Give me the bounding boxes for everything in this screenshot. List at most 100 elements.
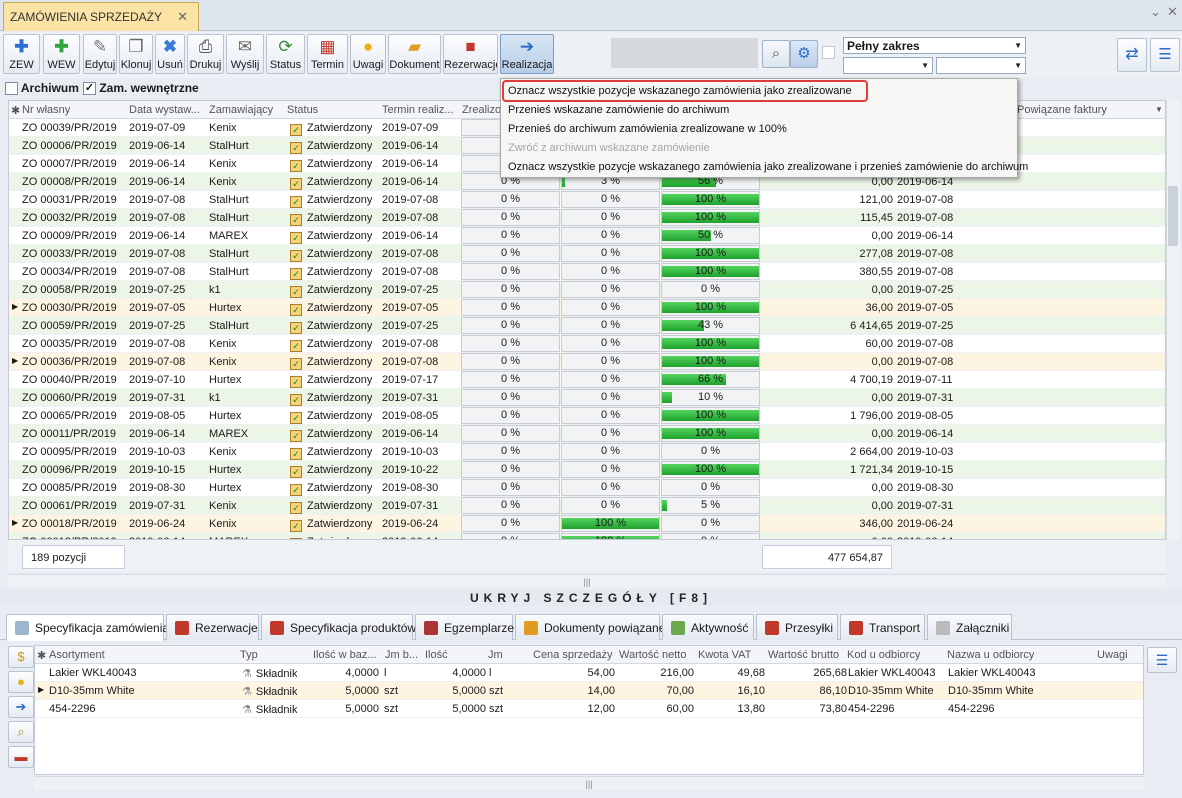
- col-vat[interactable]: Kwota VAT: [698, 649, 751, 661]
- menu-item-move-archive[interactable]: Przenieś wskazane zamówienie do archiwum: [508, 104, 729, 116]
- search-area[interactable]: [611, 38, 758, 68]
- tab-specyfikacja-zamowienia[interactable]: Specyfikacja zamówienia: [6, 614, 169, 641]
- table-row[interactable]: ZO 00033/PR/2019 2019-07-08 StalHurt ✓ Zatwi…: [9, 245, 1165, 263]
- delete-button[interactable]: ✖ Usuń: [155, 34, 185, 74]
- col-date[interactable]: Data wystaw...: [129, 104, 207, 116]
- col-assortment[interactable]: Asortyment: [49, 649, 105, 661]
- tab-zalaczniki[interactable]: Załączniki: [927, 614, 1012, 640]
- tab-specyfikacja-produktow[interactable]: Specyfikacja produktów: [261, 614, 416, 640]
- horizontal-scrollbar[interactable]: |||: [8, 574, 1166, 588]
- columns-menu-button[interactable]: ☰: [1150, 38, 1180, 72]
- hide-details-bar[interactable]: UKRYJ SZCZEGÓŁY [F8]: [0, 590, 1182, 606]
- clone-button[interactable]: ❐ Klonuj: [119, 34, 153, 74]
- col-code[interactable]: Kod u odbiorcy: [847, 649, 920, 661]
- table-row[interactable]: ZO 00040/PR/2019 2019-07-10 Hurtex ✓ Zatwier…: [9, 371, 1165, 389]
- date-to-select[interactable]: ▼: [936, 57, 1026, 74]
- document-button[interactable]: ▰ Dokument: [388, 34, 441, 74]
- table-row[interactable]: ZO 00061/PR/2019 2019-07-31 Kenix ✓ Zatwierd…: [9, 497, 1165, 515]
- coins-button[interactable]: $: [8, 646, 34, 668]
- archive-filter[interactable]: Archiwum: [5, 81, 79, 96]
- col-qty[interactable]: Ilość: [425, 649, 448, 661]
- table-row[interactable]: ZO 00034/PR/2019 2019-07-08 StalHurt ✓ Zatwi…: [9, 263, 1165, 281]
- table-row[interactable]: ZO 00012/PR/20192019-06-14MAREX✓Zatwierd…: [9, 533, 1165, 539]
- window-close-icon[interactable]: ✕: [1167, 4, 1178, 20]
- edit-button[interactable]: ✎ Edytuj: [83, 34, 117, 74]
- print-button[interactable]: ⎙ Drukuj: [187, 34, 224, 74]
- col-qty-base[interactable]: Ilość w baz...: [313, 649, 383, 661]
- close-icon[interactable]: ✕: [177, 9, 188, 25]
- filter-checkbox[interactable]: [822, 46, 835, 59]
- realization-button[interactable]: ➔ Realizacja: [500, 34, 554, 74]
- refresh-button[interactable]: ⇄: [1117, 38, 1147, 72]
- col-type[interactable]: Typ: [240, 649, 258, 661]
- col-price[interactable]: Cena sprzedaży: [533, 649, 613, 661]
- search-button[interactable]: ⌕: [762, 40, 790, 68]
- item-row[interactable]: 454-2296 ⚗ Składnik 5,0000 szt 5,0000 szt 12,00…: [35, 700, 1143, 718]
- note-button[interactable]: ●: [8, 671, 34, 693]
- table-row[interactable]: ZO 00059/PR/2019 2019-07-25 StalHurt ✓ Zatwi…: [9, 317, 1165, 335]
- tab-transport[interactable]: Transport: [840, 614, 925, 640]
- settings-button[interactable]: ⚙: [790, 40, 818, 68]
- tab-dokumenty-powiazane[interactable]: Dokumenty powiązane: [515, 614, 665, 640]
- deadline-button[interactable]: ▦ Termin: [307, 34, 348, 74]
- col-customer[interactable]: Zamawiający: [209, 104, 273, 116]
- order-number: ZO 00059/PR/2019: [22, 320, 117, 332]
- archive-checkbox[interactable]: [5, 82, 18, 96]
- col-linked-invoices[interactable]: Powiązane faktury: [1017, 104, 1107, 116]
- item-row[interactable]: Lakier WKL40043 ⚗ Składnik 4,0000 l 4,0000 l 54…: [35, 664, 1143, 682]
- internal-filter[interactable]: ✓ Zam. wewnętrzne: [83, 81, 199, 96]
- range-select[interactable]: Pełny zakres ▼: [843, 37, 1026, 54]
- item-unit-base: l: [384, 667, 387, 679]
- table-row[interactable]: ZO 00009/PR/2019 2019-06-14 MAREX ✓ Zatwierd…: [9, 227, 1165, 245]
- zew-button[interactable]: ✚ ZEW: [3, 34, 40, 74]
- table-row[interactable]: ▶ ZO 00030/PR/2019 2019-07-05 Hurtex ✓ Zatwie…: [9, 299, 1165, 317]
- table-row[interactable]: ZO 00031/PR/2019 2019-07-08 StalHurt ✓ Zatwi…: [9, 191, 1165, 209]
- tab-przesylki[interactable]: Przesyłki: [756, 614, 838, 640]
- progress-text: 0 %: [501, 499, 520, 511]
- transfer-button[interactable]: ▬: [8, 746, 34, 768]
- realize-item-button[interactable]: ➔: [8, 696, 34, 718]
- tab-aktywnosc[interactable]: Aktywność: [662, 614, 754, 640]
- item-row[interactable]: ▶ D10-35mm White ⚗ Składnik 5,0000 szt 5,0000 s…: [35, 682, 1143, 700]
- menu-item-mark-and-archive[interactable]: Oznacz wszystkie pozycje wskazanego zamó…: [508, 161, 1028, 173]
- chevron-down-icon[interactable]: ▼: [1155, 105, 1163, 114]
- col-unit[interactable]: Jm: [488, 649, 503, 661]
- col-gross[interactable]: Wartość brutto: [768, 649, 839, 661]
- mail-icon: ✉: [237, 37, 253, 56]
- table-row[interactable]: ZO 00011/PR/2019 2019-06-14 MAREX ✓ Zatwierd…: [9, 425, 1165, 443]
- notes-button[interactable]: ● Uwagi: [350, 34, 386, 74]
- menu-item-archive-realized[interactable]: Przenieś do archiwum zamówienia zrealizo…: [508, 123, 787, 135]
- col-net[interactable]: Wartość netto: [619, 649, 686, 661]
- col-deadline[interactable]: Termin realiz...: [382, 104, 462, 116]
- table-row[interactable]: ZO 00065/PR/2019 2019-08-05 Hurtex ✓ Zatwier…: [9, 407, 1165, 425]
- scrollbar-thumb[interactable]: [1168, 186, 1178, 246]
- wew-button[interactable]: ✚ WEW: [43, 34, 80, 74]
- table-row[interactable]: ZO 00060/PR/2019 2019-07-31 k1 ✓ Zatwierdzon…: [9, 389, 1165, 407]
- table-row[interactable]: ZO 00035/PR/2019 2019-07-08 Kenix ✓ Zatwierd…: [9, 335, 1165, 353]
- col-unit-base[interactable]: Jm b...: [385, 649, 423, 661]
- table-row[interactable]: ZO 00085/PR/2019 2019-08-30 Hurtex ✓ Zatwier…: [9, 479, 1165, 497]
- items-horizontal-scrollbar[interactable]: |||: [34, 776, 1144, 790]
- table-row[interactable]: ZO 00032/PR/2019 2019-07-08 StalHurt ✓ Zatwi…: [9, 209, 1165, 227]
- table-row[interactable]: ZO 00096/PR/2019 2019-10-15 Hurtex ✓ Zatwier…: [9, 461, 1165, 479]
- vertical-scrollbar[interactable]: [1166, 100, 1180, 540]
- table-row[interactable]: ▶ ZO 00036/PR/2019 2019-07-08 Kenix ✓ Zatwier…: [9, 353, 1165, 371]
- table-row[interactable]: ZO 00058/PR/2019 2019-07-25 k1 ✓ Zatwierdzon…: [9, 281, 1165, 299]
- find-button[interactable]: ⌕: [8, 721, 34, 743]
- tab-zamowienia-sprzedazy[interactable]: ZAMÓWIENIA SPRZEDAŻY ✕: [3, 2, 199, 31]
- items-columns-button[interactable]: ☰: [1147, 647, 1177, 673]
- tab-rezerwacje[interactable]: Rezerwacje: [166, 614, 259, 640]
- date-from-select[interactable]: ▼: [843, 57, 933, 74]
- send-button[interactable]: ✉ Wyślij: [226, 34, 264, 74]
- table-row[interactable]: ZO 00095/PR/2019 2019-10-03 Kenix ✓ Zatwierd…: [9, 443, 1165, 461]
- minimize-icon[interactable]: ⌄: [1150, 4, 1161, 20]
- reservations-button[interactable]: ■ Rezerwacje: [443, 34, 498, 74]
- col-nr[interactable]: Nr własny: [22, 104, 70, 116]
- col-notes[interactable]: Uwagi: [1097, 649, 1128, 661]
- tab-egzemplarze[interactable]: Egzemplarze: [415, 614, 514, 640]
- col-status[interactable]: Status: [287, 104, 318, 116]
- col-name[interactable]: Nazwa u odbiorcy: [947, 649, 1034, 661]
- internal-checkbox[interactable]: ✓: [83, 82, 96, 96]
- status-button[interactable]: ⟳ Status: [266, 34, 305, 74]
- table-row[interactable]: ▶ ZO 00018/PR/2019 2019-06-24 Kenix ✓ Zatwier…: [9, 515, 1165, 533]
